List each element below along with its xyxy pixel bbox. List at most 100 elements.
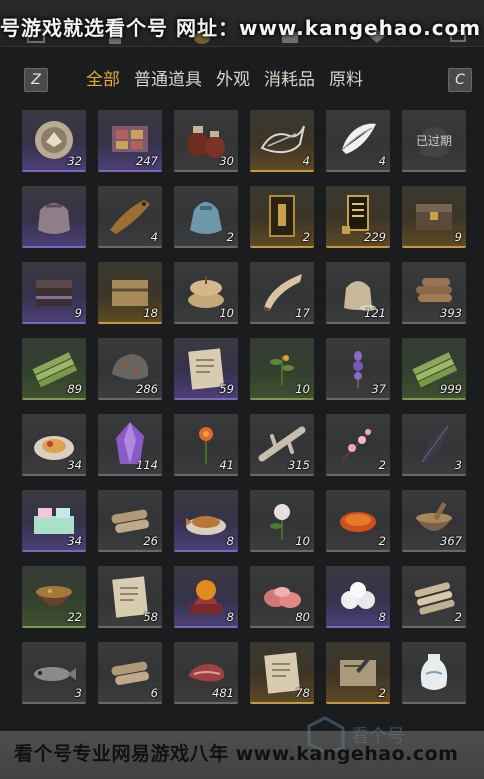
inventory-slot[interactable]: 41 bbox=[174, 414, 238, 476]
inventory-slot[interactable]: 78 bbox=[250, 642, 314, 704]
watermark-bottom-text: 看个号专业网易游戏八年 www.kangehao.com bbox=[14, 743, 459, 765]
red-slice-icon bbox=[340, 512, 376, 532]
inventory-slot[interactable]: 3 bbox=[402, 414, 466, 476]
item-count: 3 bbox=[454, 458, 462, 472]
item-count: 114 bbox=[136, 458, 158, 472]
inventory-slot[interactable]: 30 bbox=[174, 110, 238, 172]
inventory-slot[interactable]: 34 bbox=[22, 490, 86, 552]
item-count: 17 bbox=[295, 306, 310, 320]
inventory-slot[interactable]: 2 bbox=[402, 566, 466, 628]
prev-tab-key-hint[interactable]: Z bbox=[24, 68, 48, 92]
inventory-slot[interactable]: 3 bbox=[22, 642, 86, 704]
porcelain-vase-icon bbox=[420, 654, 448, 690]
inventory-slot[interactable]: 4 bbox=[250, 110, 314, 172]
inventory-slot[interactable]: 8 bbox=[174, 490, 238, 552]
dumplings-icon bbox=[341, 582, 375, 609]
inventory-slot[interactable]: 286 bbox=[98, 338, 162, 400]
inventory-slot[interactable]: 9 bbox=[402, 186, 466, 248]
inventory-slot[interactable]: 89 bbox=[22, 338, 86, 400]
inventory-slot[interactable]: 4 bbox=[326, 110, 390, 172]
inventory-slot[interactable]: 80 bbox=[250, 566, 314, 628]
item-count: 30 bbox=[219, 154, 234, 168]
next-tab-key-hint[interactable]: C bbox=[448, 68, 472, 92]
tab-materials[interactable]: 原料 bbox=[329, 66, 363, 94]
fried-fish-icon bbox=[186, 516, 226, 535]
item-count: 8 bbox=[226, 534, 234, 548]
item-count: 9 bbox=[454, 230, 462, 244]
item-count: 2 bbox=[378, 686, 386, 700]
inventory-slot[interactable]: 58 bbox=[98, 566, 162, 628]
inventory-slot[interactable]: 6 bbox=[98, 642, 162, 704]
inventory-slot[interactable]: 114 bbox=[98, 414, 162, 476]
blue-sack-icon bbox=[190, 202, 222, 234]
item-count: 999 bbox=[440, 382, 462, 396]
inventory-slot[interactable]: 59 bbox=[174, 338, 238, 400]
inventory-slot[interactable]: 2 bbox=[326, 490, 390, 552]
expired-label: 已过期 bbox=[415, 134, 452, 148]
item-count: 8 bbox=[226, 610, 234, 624]
inventory-slot[interactable]: 247 bbox=[98, 110, 162, 172]
inventory-slot[interactable]: 17 bbox=[250, 262, 314, 324]
item-count: 2 bbox=[378, 458, 386, 472]
inventory-slot[interactable]: 2 bbox=[174, 186, 238, 248]
tab-all[interactable]: 全部 bbox=[86, 66, 120, 94]
inventory-slot[interactable]: 已过期 bbox=[402, 110, 466, 172]
item-count: 59 bbox=[219, 382, 234, 396]
item-count: 367 bbox=[440, 534, 462, 548]
inventory-slot[interactable] bbox=[22, 186, 86, 248]
inventory-slot[interactable]: 229 bbox=[326, 186, 390, 248]
item-count: 34 bbox=[67, 534, 82, 548]
inventory-slot[interactable]: 26 bbox=[98, 490, 162, 552]
inventory-slot[interactable]: 2 bbox=[326, 642, 390, 704]
item-count: 4 bbox=[302, 154, 310, 168]
tab-appearance[interactable]: 外观 bbox=[216, 66, 250, 94]
watermark-top-text: 号游戏就选看个号 网址：www.kangehao.com bbox=[0, 16, 482, 40]
item-count: 4 bbox=[378, 154, 386, 168]
inventory-slot[interactable]: 8 bbox=[326, 566, 390, 628]
blossom-branch-icon bbox=[341, 429, 373, 461]
inventory-slot[interactable]: 8 bbox=[174, 566, 238, 628]
item-count: 41 bbox=[219, 458, 234, 472]
inventory-slot[interactable]: 34 bbox=[22, 414, 86, 476]
item-count: 58 bbox=[143, 610, 158, 624]
grey-fish-icon bbox=[34, 667, 76, 681]
orb-stand-icon bbox=[190, 580, 222, 614]
inventory-slot[interactable]: 9 bbox=[22, 262, 86, 324]
inventory-slot[interactable]: 4 bbox=[98, 186, 162, 248]
item-count: 10 bbox=[219, 306, 234, 320]
scroll-card-icon bbox=[269, 195, 295, 237]
item-count: 2 bbox=[226, 230, 234, 244]
item-count: 78 bbox=[295, 686, 310, 700]
inventory-slot[interactable]: 18 bbox=[98, 262, 162, 324]
item-count: 481 bbox=[212, 686, 234, 700]
inventory-slot[interactable]: 367 bbox=[402, 490, 466, 552]
item-count: 2 bbox=[454, 610, 462, 624]
inventory-slot[interactable]: 315 bbox=[250, 414, 314, 476]
item-count: 315 bbox=[288, 458, 310, 472]
inventory-slot[interactable]: 22 bbox=[22, 566, 86, 628]
dragon-outline-icon bbox=[260, 125, 305, 154]
item-count: 393 bbox=[440, 306, 462, 320]
item-count: 18 bbox=[143, 306, 158, 320]
tab-common-items[interactable]: 普通道具 bbox=[134, 66, 202, 94]
inventory-slot[interactable]: 2 bbox=[250, 186, 314, 248]
item-count: 8 bbox=[378, 610, 386, 624]
inventory-slot[interactable]: 10 bbox=[174, 262, 238, 324]
wood-logs-icon bbox=[111, 661, 150, 685]
item-count: 26 bbox=[143, 534, 158, 548]
inventory-slot[interactable]: 999 bbox=[402, 338, 466, 400]
inventory-slot[interactable]: 121 bbox=[326, 262, 390, 324]
inventory-slot[interactable]: 37 bbox=[326, 338, 390, 400]
inventory-slot[interactable]: 32 bbox=[22, 110, 86, 172]
letter-paper-icon bbox=[340, 656, 376, 686]
inventory-slot[interactable]: 2 bbox=[326, 414, 390, 476]
feather-tuft-icon bbox=[341, 123, 376, 154]
inventory-slot[interactable]: 481 bbox=[174, 642, 238, 704]
inventory-slot[interactable]: 10 bbox=[250, 338, 314, 400]
inventory-slot[interactable] bbox=[402, 642, 466, 704]
inventory-slot[interactable]: 10 bbox=[250, 490, 314, 552]
tab-consumables[interactable]: 消耗品 bbox=[264, 66, 315, 94]
item-count: 286 bbox=[136, 382, 158, 396]
inventory-slot[interactable]: 393 bbox=[402, 262, 466, 324]
item-count: 22 bbox=[67, 610, 82, 624]
